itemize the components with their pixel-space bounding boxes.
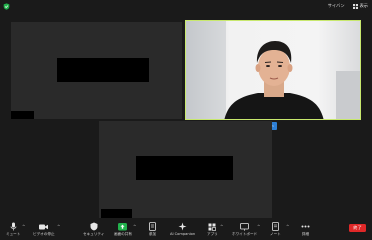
participant-tile-1[interactable] — [11, 22, 182, 119]
mute-label: ミュート — [6, 232, 21, 236]
apps-label: アプリ — [207, 232, 218, 236]
participants-label: 参加 — [148, 232, 157, 236]
sparkle-icon — [178, 222, 187, 231]
notes-options-caret[interactable]: ^ — [286, 224, 289, 229]
active-speaker-tile[interactable] — [185, 20, 361, 120]
security-label: セキュリティ — [83, 232, 105, 236]
more-icon — [301, 222, 310, 231]
top-right-controls: サイバン 表示 — [328, 3, 368, 9]
participant-video — [186, 21, 360, 119]
redacted-name-tag — [11, 111, 34, 119]
whiteboard-button[interactable]: ホワイトボード — [232, 222, 257, 237]
whiteboard-label: ホワイトボード — [232, 232, 258, 236]
apps-button[interactable]: アプリ — [207, 222, 218, 237]
redacted-name-plate — [57, 58, 149, 82]
meeting-toolbar: ミュート ^ ビデオの停止 ^ セキュリティ 画面の共有 ^ 参加 AI Com… — [0, 220, 372, 240]
apps-options-caret[interactable]: ^ — [220, 224, 223, 229]
mute-options-caret[interactable]: ^ — [22, 224, 25, 229]
whiteboard-icon — [240, 222, 249, 231]
ai-companion-label: AI Companion — [170, 232, 196, 236]
redacted-name-tag — [101, 209, 132, 218]
security-shield-icon[interactable] — [3, 3, 10, 10]
shield-icon — [89, 222, 98, 231]
more-button[interactable]: 詳細 — [301, 222, 310, 237]
notes-button[interactable]: ノート — [270, 222, 281, 237]
notes-icon — [271, 222, 280, 231]
participants-icon — [148, 222, 157, 231]
whiteboard-options-caret[interactable]: ^ — [257, 224, 260, 229]
video-options-caret[interactable]: ^ — [57, 224, 60, 229]
ai-companion-button[interactable]: AI Companion — [170, 222, 195, 236]
participants-button[interactable]: 参加 — [148, 222, 157, 237]
share-screen-icon — [118, 222, 128, 231]
security-button[interactable]: セキュリティ — [83, 222, 104, 237]
share-options-caret[interactable]: ^ — [133, 224, 136, 229]
stop-video-label: ビデオの停止 — [33, 232, 55, 236]
redacted-name-plate — [136, 156, 233, 180]
share-screen-label: 画面の共有 — [114, 232, 132, 236]
view-toggle[interactable]: サイバン — [328, 3, 345, 9]
participant-tile-2[interactable] — [99, 121, 272, 218]
video-camera-icon — [39, 222, 49, 231]
microphone-icon — [9, 222, 18, 231]
apps-icon — [208, 222, 217, 231]
notes-label: ノート — [270, 232, 281, 236]
end-meeting-button[interactable]: 終了 — [349, 224, 366, 232]
grid-icon — [352, 3, 358, 9]
mute-button[interactable]: ミュート — [6, 222, 20, 237]
stop-video-button[interactable]: ビデオの停止 — [33, 222, 55, 237]
share-screen-button[interactable]: 画面の共有 — [114, 222, 132, 237]
more-label: 詳細 — [301, 232, 310, 236]
grid-label: 表示 — [359, 3, 368, 8]
grid-view-button[interactable]: 表示 — [352, 3, 368, 9]
view-label: サイバン — [327, 3, 345, 8]
